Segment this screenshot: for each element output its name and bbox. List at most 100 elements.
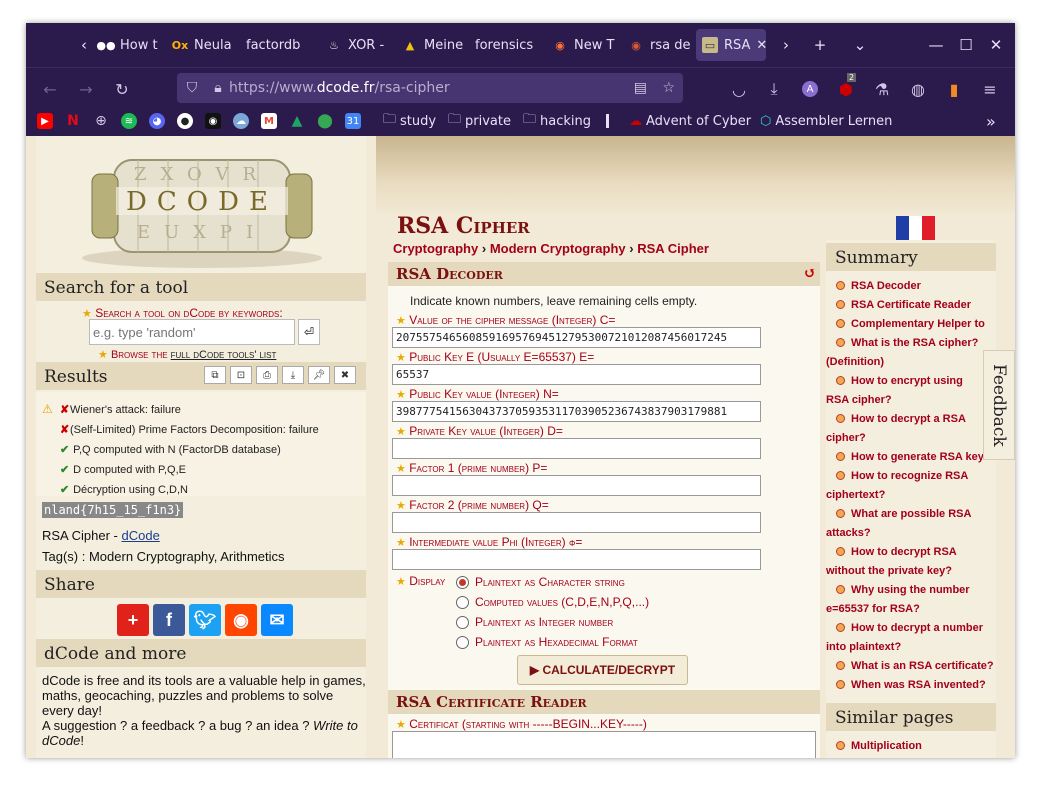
share-reddit-icon[interactable]: ◉ bbox=[225, 604, 257, 636]
public-key-n-input[interactable]: 3987775415630437370593531170390523674383… bbox=[392, 401, 761, 422]
summary-link-decrypt[interactable]: How to decrypt a RSA cipher? bbox=[826, 410, 988, 448]
breadcrumb-cryptography[interactable]: Cryptography bbox=[393, 241, 478, 256]
pin-icon[interactable]: 📌︎ bbox=[308, 366, 330, 384]
decrypted-output[interactable]: nland{7h15_15_f1n3} bbox=[42, 502, 184, 518]
search-submit-button[interactable]: ⏎ bbox=[298, 319, 320, 345]
summary-link-helper[interactable]: Complementary Helper to bbox=[836, 315, 998, 334]
bookmark-github[interactable]: ● bbox=[177, 112, 193, 130]
shield-icon[interactable]: ⛉ bbox=[177, 80, 207, 96]
share-addtoany-icon[interactable]: + bbox=[117, 604, 149, 636]
factor-p-input[interactable] bbox=[392, 475, 761, 496]
french-flag-icon[interactable] bbox=[896, 216, 935, 241]
extension-globe-icon[interactable]: ◍ bbox=[907, 78, 929, 100]
share-facebook-icon[interactable]: f bbox=[153, 604, 185, 636]
full-tools-list-link[interactable]: full dCode tools' list bbox=[171, 349, 277, 361]
copy-icon[interactable]: ⧉ bbox=[204, 366, 226, 384]
bookmark-folder-private[interactable]: 🗀︎ private bbox=[448, 112, 511, 130]
close-tab-icon[interactable]: ✕ bbox=[756, 38, 766, 53]
bookmark-cloud[interactable]: ☁ bbox=[233, 112, 249, 130]
tab-list-chevron-down-icon[interactable]: ⌄ bbox=[850, 35, 870, 55]
tab-4[interactable]: ▲ Meine bbox=[396, 29, 464, 61]
profile-avatar-icon[interactable]: A bbox=[799, 78, 821, 100]
menu-hamburger-icon[interactable]: ≡ bbox=[979, 78, 1001, 100]
summary-link-what-is[interactable]: What is the RSA cipher? (Definition) bbox=[826, 334, 988, 372]
url-bar[interactable]: ⛉ 🔒︎ https://www. dcode.fr/rsa-cipher ▤ ☆ bbox=[177, 73, 683, 103]
summary-link-rsa-decoder[interactable]: RSA Decoder bbox=[836, 277, 998, 296]
bookmark-star-icon[interactable]: ☆ bbox=[662, 80, 675, 96]
tab-5[interactable]: forensics bbox=[469, 29, 543, 61]
search-input[interactable] bbox=[89, 319, 295, 345]
summary-link-recognize[interactable]: How to recognize RSA ciphertext? bbox=[826, 467, 988, 505]
bookmark-folder-study[interactable]: 🗀︎ study bbox=[383, 112, 436, 130]
calculate-decrypt-button[interactable]: ▶ CALCULATE/DECRYPT bbox=[517, 655, 688, 685]
dcode-logo[interactable]: DCODE ZXOVR EUXPI bbox=[74, 140, 330, 270]
ublock-icon[interactable]: ⬢ 2 bbox=[835, 73, 857, 100]
bookmark-maps[interactable]: ⬤ bbox=[317, 112, 333, 130]
cipher-message-input[interactable]: 2075575465608591695769451279530072101208… bbox=[392, 327, 761, 348]
close-window-icon[interactable]: ✕ bbox=[986, 35, 1006, 55]
extension-bin-icon[interactable]: ▮ bbox=[943, 78, 965, 100]
forward-arrow-icon[interactable]: → bbox=[75, 78, 97, 100]
bookmark-advent-of-cyber[interactable]: ☁ Advent of Cyber bbox=[629, 112, 751, 130]
bookmark-spotify[interactable]: ≋ bbox=[121, 112, 137, 130]
cert-textarea[interactable] bbox=[392, 731, 816, 758]
tab-8-active[interactable]: ▭ RSA ✕ bbox=[696, 29, 766, 61]
minimize-icon[interactable]: — bbox=[926, 35, 946, 55]
bookmark-globe[interactable]: ⊕ bbox=[93, 112, 109, 130]
summary-link-invented[interactable]: When was RSA invented? bbox=[836, 676, 998, 695]
bookmarks-overflow-chevron-icon[interactable]: » bbox=[986, 112, 996, 131]
public-key-e-input[interactable]: 65537 bbox=[392, 364, 761, 385]
radio-computed-values[interactable]: Computed values (C,D,E,N,P,Q,...) bbox=[456, 595, 649, 609]
bookmark-folder-hacking[interactable]: 🗀︎ hacking bbox=[523, 112, 591, 130]
tab-7[interactable]: ◉ rsa de bbox=[622, 29, 692, 61]
tabs-scroll-left-icon[interactable]: ‹ bbox=[74, 35, 94, 55]
tab-6[interactable]: ◉ New T bbox=[546, 29, 620, 61]
share-twitter-icon[interactable]: 🐦︎ bbox=[189, 604, 221, 636]
summary-link-no-private-key[interactable]: How to decrypt RSA without the private k… bbox=[826, 543, 988, 581]
extension-flask-icon[interactable]: ⚗ bbox=[871, 78, 893, 100]
phi-input[interactable] bbox=[392, 549, 761, 570]
feedback-tab[interactable]: Feedback bbox=[983, 350, 1015, 460]
tab-3[interactable]: ♨ XOR - bbox=[320, 29, 386, 61]
bookmark-discord[interactable]: ◕ bbox=[149, 112, 165, 130]
screenshot-icon[interactable]: ⊡ bbox=[230, 366, 252, 384]
factor-q-input[interactable] bbox=[392, 512, 761, 533]
radio-plaintext-string[interactable]: Plaintext as Character string bbox=[456, 575, 625, 589]
tabs-scroll-right-icon[interactable]: › bbox=[776, 35, 796, 55]
radio-plaintext-hex[interactable]: Plaintext as Hexadecimal Format bbox=[456, 635, 638, 649]
radio-plaintext-integer[interactable]: Plaintext as Integer number bbox=[456, 615, 613, 629]
summary-link-number-to-text[interactable]: How to decrypt a number into plaintext? bbox=[826, 619, 988, 657]
new-tab-icon[interactable]: + bbox=[810, 35, 830, 55]
reset-icon[interactable]: ↺ bbox=[803, 264, 816, 282]
tab-1[interactable]: Ox Neula bbox=[166, 29, 234, 61]
lock-icon[interactable]: 🔒︎ bbox=[207, 80, 229, 96]
back-arrow-icon[interactable]: ← bbox=[39, 78, 61, 100]
breadcrumb-rsa-cipher[interactable]: RSA Cipher bbox=[637, 241, 709, 256]
private-key-d-input[interactable] bbox=[392, 438, 761, 459]
bookmark-netflix[interactable]: N bbox=[65, 112, 81, 130]
reader-view-icon[interactable]: ▤ bbox=[634, 80, 647, 96]
tab-0[interactable]: ●● How t bbox=[92, 29, 158, 61]
bookmark-drive[interactable]: ▲ bbox=[289, 112, 305, 130]
similar-link-multiplication[interactable]: Multiplication bbox=[836, 737, 998, 756]
summary-link-attacks[interactable]: What are possible RSA attacks? bbox=[826, 505, 988, 543]
summary-link-encrypt[interactable]: How to encrypt using RSA cipher? bbox=[826, 372, 988, 410]
bookmark-assembler[interactable]: ⬡ Assembler Lernen bbox=[760, 112, 892, 130]
download-results-icon[interactable]: ⤓ bbox=[282, 366, 304, 384]
share-email-icon[interactable]: ✉ bbox=[261, 604, 293, 636]
tab-2[interactable]: factordb bbox=[240, 29, 314, 61]
bookmark-gmail[interactable]: M bbox=[261, 112, 277, 130]
bookmark-youtube[interactable]: ▶ bbox=[37, 112, 53, 130]
reload-icon[interactable]: ↻ bbox=[111, 78, 133, 100]
print-icon[interactable]: ⎙ bbox=[256, 366, 278, 384]
breadcrumb-modern-cryptography[interactable]: Modern Cryptography bbox=[490, 241, 626, 256]
bookmark-calendar[interactable]: 31 bbox=[345, 112, 361, 130]
download-icon[interactable]: ⤓ bbox=[763, 78, 785, 100]
summary-link-65537[interactable]: Why using the number e=65537 for RSA? bbox=[826, 581, 988, 619]
summary-link-cert-reader[interactable]: RSA Certificate Reader bbox=[836, 296, 998, 315]
maximize-icon[interactable]: ☐ bbox=[956, 35, 976, 55]
summary-link-generate[interactable]: How to generate RSA keys? bbox=[836, 448, 998, 467]
dcode-link[interactable]: dCode bbox=[121, 528, 159, 543]
close-results-icon[interactable]: ✖ bbox=[334, 366, 356, 384]
summary-link-certificate[interactable]: What is an RSA certificate? bbox=[836, 657, 998, 676]
